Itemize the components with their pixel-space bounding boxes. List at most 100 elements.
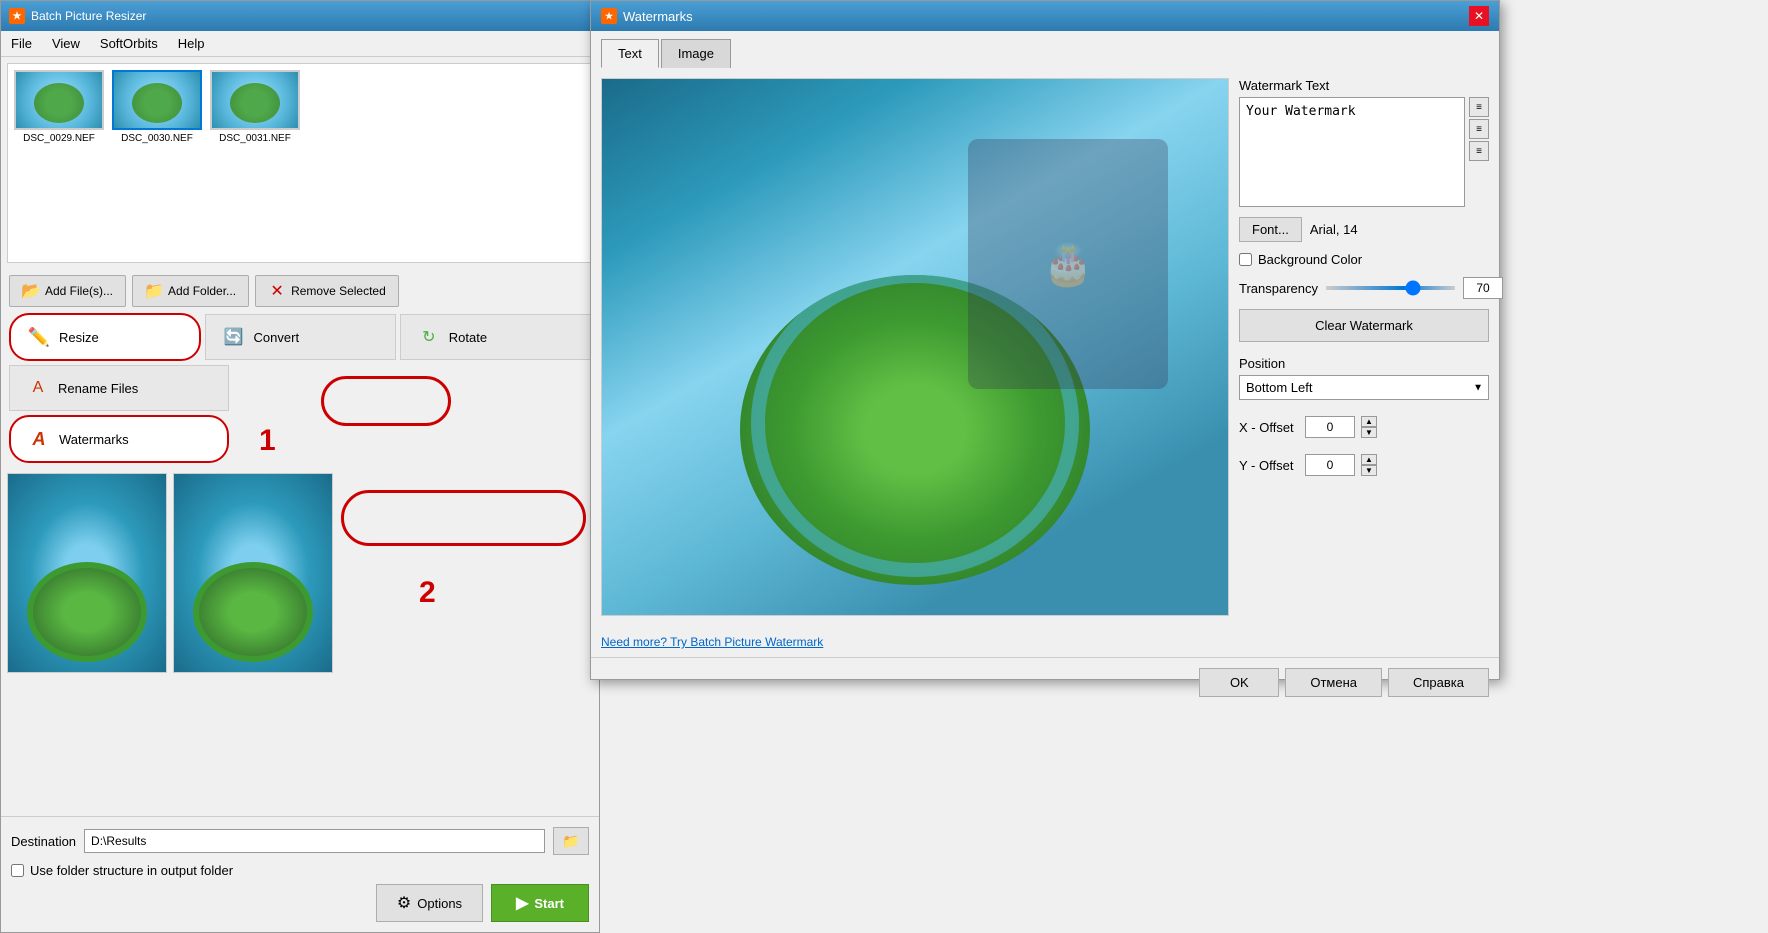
dialog-tabs: Text Image [591,31,1499,68]
rotate-label: Rotate [449,330,487,345]
main-app-window: ★ Batch Picture Resizer File View SoftOr… [0,0,600,933]
add-folder-button[interactable]: 📁 Add Folder... [132,275,249,307]
transparency-value-input[interactable]: 70 [1463,277,1503,299]
x-offset-up[interactable]: ▲ [1361,416,1377,427]
y-offset-input[interactable] [1305,454,1355,476]
menubar: File View SoftOrbits Help [1,31,599,57]
gear-icon: ⚙ [397,893,411,913]
menu-view[interactable]: View [48,34,84,53]
right-panel: Watermark Text Your Watermark ≡ ≡ ≡ Font… [1239,78,1489,616]
add-files-button[interactable]: 📂 Add File(s)... [9,275,126,307]
thumbnail-img-1 [112,70,202,130]
thumbnail-label-0: DSC_0029.NEF [23,133,95,144]
y-offset-row: Y - Offset ▲ ▼ [1239,454,1489,476]
options-button[interactable]: ⚙ Options [376,884,483,922]
align-buttons: ≡ ≡ ≡ [1469,97,1489,207]
watermarks-dialog: ★ Watermarks ✕ Text Image 🎂 [590,0,1500,680]
menu-file[interactable]: File [7,34,36,53]
dialog-titlebar: ★ Watermarks ✕ [591,1,1499,31]
align-left-button[interactable]: ≡ [1469,97,1489,117]
rotate-tab[interactable]: ↻ Rotate [400,314,591,360]
rename-label: Rename Files [58,381,138,396]
y-offset-label: Y - Offset [1239,458,1299,473]
large-preview-1 [7,473,167,673]
transparency-row: Transparency 70 [1239,277,1489,299]
app-title: Batch Picture Resizer [31,9,146,23]
resize-tab[interactable]: ✏️ Resize [9,313,201,361]
x-offset-row: X - Offset ▲ ▼ [1239,416,1489,438]
rotate-icon: ↻ [417,325,441,349]
thumbnail-item-0[interactable]: DSC_0029.NEF [14,70,104,144]
cancel-button[interactable]: Отмена [1285,668,1382,697]
transparency-label: Transparency [1239,281,1318,296]
convert-label: Convert [254,330,300,345]
resize-icon: ✏️ [27,325,51,349]
y-offset-spinners: ▲ ▼ [1361,454,1377,476]
ok-button[interactable]: OK [1199,668,1279,697]
y-offset-up[interactable]: ▲ [1361,454,1377,465]
dialog-close-button[interactable]: ✕ [1469,6,1489,26]
thumbnail-label-2: DSC_0031.NEF [219,133,291,144]
x-offset-input[interactable] [1305,416,1355,438]
position-section: Position Top Left Top Center Top Right M… [1239,356,1489,400]
dialog-title-icon: ★ [601,8,617,24]
folder-structure-checkbox[interactable] [11,864,24,877]
toolbar: 📂 Add File(s)... 📁 Add Folder... ✕ Remov… [1,269,599,313]
remove-selected-button[interactable]: ✕ Remove Selected [255,275,399,307]
position-select-wrapper: Top Left Top Center Top Right Middle Lef… [1239,375,1489,400]
watermark-link[interactable]: Need more? Try Batch Picture Watermark [601,635,823,649]
menu-help[interactable]: Help [174,34,209,53]
menu-softorbits[interactable]: SoftOrbits [96,34,162,53]
start-button[interactable]: ▶ Start [491,884,589,922]
help-button[interactable]: Справка [1388,668,1489,697]
browse-folder-button[interactable]: 📁 [553,827,589,855]
add-folder-label: Add Folder... [168,284,236,298]
y-offset-down[interactable]: ▼ [1361,465,1377,476]
options-start-row: ⚙ Options ▶ Start [11,884,589,922]
watermarks-label: Watermarks [59,432,129,447]
thumbnail-img-0 [14,70,104,130]
rename-tab[interactable]: A Rename Files [9,365,229,411]
convert-tab[interactable]: 🔄 Convert [205,314,396,360]
app-titlebar: ★ Batch Picture Resizer [1,1,599,31]
add-folder-icon: 📁 [145,282,163,300]
transparency-slider[interactable] [1326,286,1455,290]
tab-text[interactable]: Text [601,39,659,68]
destination-row: Destination 📁 [11,827,589,855]
position-label: Position [1239,356,1489,371]
dialog-content: 🎂 Watermark Text Your Watermark ≡ ≡ ≡ [591,68,1499,626]
thumbnail-item-1[interactable]: DSC_0030.NEF [112,70,202,144]
dialog-title: Watermarks [623,9,693,24]
dialog-footer: OK Отмена Справка [591,657,1499,707]
bg-color-label: Background Color [1258,252,1362,267]
x-offset-label: X - Offset [1239,420,1299,435]
preview-area: 🎂 [601,78,1229,616]
clear-watermark-button[interactable]: Clear Watermark [1239,309,1489,342]
destination-input[interactable] [84,829,545,853]
link-row: Need more? Try Batch Picture Watermark [591,626,1499,657]
remove-icon: ✕ [268,282,286,300]
font-row: Font... Arial, 14 [1239,217,1489,242]
checkbox-row: Use folder structure in output folder [11,863,589,878]
bg-color-checkbox[interactable] [1239,253,1252,266]
dialog-titlebar-left: ★ Watermarks [601,8,693,24]
add-files-icon: 📂 [22,282,40,300]
watermark-text-input[interactable]: Your Watermark [1239,97,1465,207]
watermarks-tab[interactable]: A Watermarks [9,415,229,463]
start-arrow-icon: ▶ [516,893,528,913]
align-right-button[interactable]: ≡ [1469,141,1489,161]
rename-icon: A [26,376,50,400]
watermark-text-label: Watermark Text [1239,78,1489,93]
position-select[interactable]: Top Left Top Center Top Right Middle Lef… [1239,375,1489,400]
font-button[interactable]: Font... [1239,217,1302,242]
thumbnail-item-2[interactable]: DSC_0031.NEF [210,70,300,144]
x-offset-down[interactable]: ▼ [1361,427,1377,438]
x-offset-spinners: ▲ ▼ [1361,416,1377,438]
convert-icon: 🔄 [222,325,246,349]
tab-image[interactable]: Image [661,39,731,68]
font-info: Arial, 14 [1310,222,1358,237]
add-files-label: Add File(s)... [45,284,113,298]
align-center-button[interactable]: ≡ [1469,119,1489,139]
destination-label: Destination [11,834,76,849]
bg-color-row: Background Color [1239,252,1489,267]
